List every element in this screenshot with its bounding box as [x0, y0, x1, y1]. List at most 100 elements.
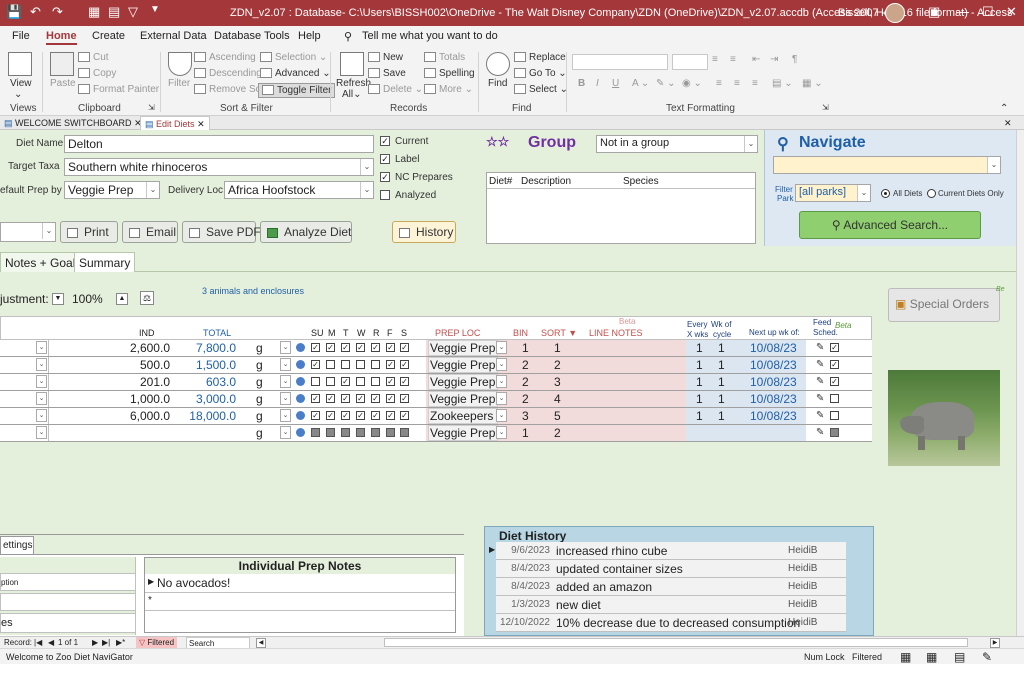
sort-order[interactable]: 2 [554, 426, 561, 440]
replace-button[interactable]: Replace [514, 52, 566, 63]
search-icon[interactable]: ⚲ [344, 30, 352, 43]
sort-order[interactable]: 4 [554, 392, 561, 406]
week-of-cycle[interactable]: 1 [718, 341, 725, 355]
unit[interactable]: g [256, 358, 263, 372]
indent-increase-icon[interactable]: ⇥ [770, 54, 778, 65]
bin[interactable]: 2 [522, 392, 529, 406]
day-checkbox[interactable] [326, 428, 335, 437]
tab-summary[interactable]: Summary [74, 252, 136, 272]
week-of-cycle[interactable]: 1 [718, 409, 725, 423]
info-icon[interactable] [296, 428, 305, 437]
chevron-down-icon[interactable]: ⌄ [496, 409, 507, 422]
bin[interactable]: 2 [522, 358, 529, 372]
day-checkbox[interactable]: ✓ [371, 394, 380, 403]
prep-loc[interactable]: Veggie Prep [430, 375, 495, 389]
chevron-down-icon[interactable]: ⌄ [496, 375, 507, 388]
day-checkbox[interactable] [371, 360, 380, 369]
chevron-down-icon[interactable]: ⌄ [496, 426, 507, 439]
paste-icon[interactable] [50, 52, 74, 76]
chevron-down-icon[interactable]: ⌄ [36, 358, 47, 371]
day-checkbox[interactable]: ✓ [386, 360, 395, 369]
day-checkbox[interactable]: ✓ [341, 411, 350, 420]
every-weeks[interactable]: 1 [696, 392, 703, 406]
chevron-down-icon[interactable]: ⌄ [857, 185, 870, 201]
menu-home[interactable]: Home [46, 30, 77, 45]
pencil-icon[interactable]: ✎ [816, 342, 824, 353]
new-blank-record-icon[interactable]: ▶* [116, 638, 125, 647]
unit[interactable]: g [256, 375, 263, 389]
day-checkbox[interactable] [311, 377, 320, 386]
avatar[interactable] [885, 3, 905, 23]
refresh-all-button[interactable]: All⌄ [342, 89, 362, 100]
feed-sched-checkbox[interactable]: ✓ [830, 360, 839, 369]
undo-icon[interactable]: ↶ [30, 4, 41, 20]
current-checkbox[interactable]: ✓ [380, 136, 390, 146]
clipboard-launcher-icon[interactable]: ⇲ [148, 103, 155, 112]
day-checkbox[interactable] [400, 428, 409, 437]
diet-line-row[interactable]: ⌄ g ⌄ Veggie Prep ⌄ 1 2 ✎ [0, 425, 872, 442]
new-record-button[interactable]: New [368, 52, 403, 63]
scale-icon[interactable]: ⚖ [140, 291, 154, 305]
every-weeks[interactable]: 1 [696, 341, 703, 355]
nc-prepares-checkbox[interactable]: ✓ [380, 172, 390, 182]
option-field[interactable]: ption [0, 573, 136, 591]
diet-line-row[interactable]: ⌄ 2,600.0 7,800.0 g ⌄ ✓ ✓ ✓ ✓ ✓ ✓ ✓ Veggie Prep ⌄ 1 1 1 1… [0, 340, 872, 357]
day-checkbox[interactable]: ✓ [341, 377, 350, 386]
history-row[interactable]: 12/10/2022 10% decrease due to decreased … [496, 614, 846, 632]
chevron-down-icon[interactable]: ⌄ [496, 392, 507, 405]
diet-line-row[interactable]: ⌄ 201.0 603.0 g ⌄ ✓ ✓ ✓ Veggie Prep ⌄ 2 3 1 1 10/08/23… [0, 374, 872, 391]
totals-button[interactable]: Totals [424, 52, 465, 63]
day-checkbox[interactable]: ✓ [311, 394, 320, 403]
minimize-icon[interactable]: — [956, 4, 969, 19]
day-checkbox[interactable]: ✓ [311, 360, 320, 369]
prep-loc[interactable]: Veggie Prep [430, 358, 495, 372]
scroll-left-icon[interactable]: ◀ [256, 638, 266, 648]
history-text[interactable]: increased rhino cube [556, 544, 667, 558]
day-checkbox[interactable] [326, 377, 335, 386]
notes-field[interactable]: es [0, 613, 136, 633]
sort-order[interactable]: 5 [554, 409, 561, 423]
selector-dropdown[interactable]: ⌄ [0, 222, 56, 242]
gridlines-icon[interactable]: ▦ ⌄ [802, 78, 823, 89]
view-dropdown-icon[interactable]: ⌄ [14, 89, 22, 100]
chevron-down-icon[interactable]: ⌄ [36, 392, 47, 405]
info-icon[interactable] [296, 360, 305, 369]
menu-create[interactable]: Create [92, 30, 125, 42]
history-text[interactable]: new diet [556, 598, 601, 612]
refresh-icon[interactable] [340, 52, 364, 76]
font-size-field[interactable] [672, 54, 708, 70]
vertical-scrollbar[interactable] [1016, 130, 1024, 636]
form-view-icon[interactable]: ▦ [88, 4, 100, 20]
prep-loc[interactable]: Veggie Prep [430, 392, 495, 406]
sort-order[interactable]: 2 [554, 358, 561, 372]
unit[interactable]: g [256, 409, 263, 423]
day-checkbox[interactable]: ✓ [326, 394, 335, 403]
day-checkbox[interactable]: ✓ [400, 394, 409, 403]
day-checkbox[interactable] [311, 428, 320, 437]
align-center-icon[interactable]: ≡ [734, 78, 740, 89]
target-taxa-select[interactable]: Southern white rhinoceros ⌄ [64, 158, 374, 176]
align-right-icon[interactable]: ≡ [752, 78, 758, 89]
diet-line-row[interactable]: ⌄ 6,000.0 18,000.0 g ⌄ ✓ ✓ ✓ ✓ ✓ ✓ ✓ Zookeepers ⌄ 3 5 1 1… [0, 408, 872, 425]
tab-settings[interactable]: ettings [0, 536, 34, 554]
every-weeks[interactable]: 1 [696, 409, 703, 423]
toggle-filter-button[interactable]: Toggle Filter [258, 83, 336, 98]
numbering-icon[interactable]: ≡ [730, 54, 736, 65]
day-checkbox[interactable] [341, 360, 350, 369]
diet-name-input[interactable]: Delton [64, 135, 374, 153]
italic-button[interactable]: I [596, 78, 599, 89]
every-weeks[interactable]: 1 [696, 358, 703, 372]
day-checkbox[interactable] [341, 428, 350, 437]
delete-record-button[interactable]: Delete ⌄ [368, 84, 423, 95]
filter-icon[interactable]: ▽ [128, 4, 138, 20]
record-selector-icon[interactable]: ▶ [148, 577, 154, 586]
indent-decrease-icon[interactable]: ⇤ [752, 54, 760, 65]
day-checkbox[interactable] [326, 360, 335, 369]
history-row[interactable]: 1/3/2023 new diet HeidiB [496, 596, 846, 614]
day-checkbox[interactable] [371, 377, 380, 386]
align-left-icon[interactable]: ≡ [716, 78, 722, 89]
underline-button[interactable]: U [612, 78, 619, 89]
menu-file[interactable]: File [12, 30, 30, 42]
chevron-down-icon[interactable]: ⌄ [496, 341, 507, 354]
unit[interactable]: g [256, 392, 263, 406]
